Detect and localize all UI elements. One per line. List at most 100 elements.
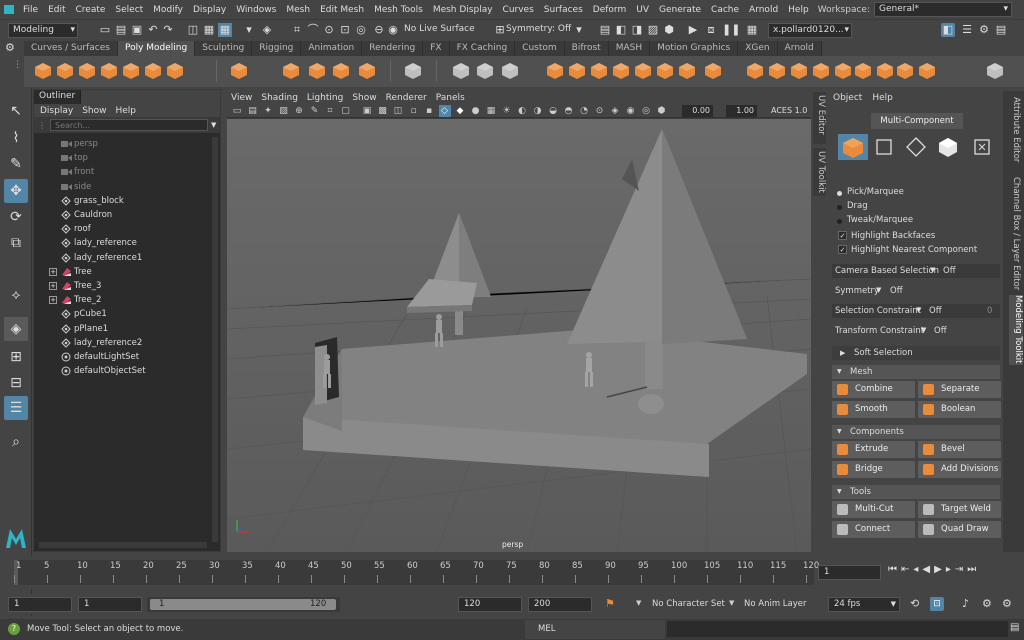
- xray-icon[interactable]: ◈: [609, 105, 621, 117]
- outliner-menu-help[interactable]: Help: [115, 106, 136, 116]
- gate-mask-icon[interactable]: ▩: [377, 105, 389, 117]
- shelf-tab-arnold[interactable]: Arnold: [777, 41, 822, 56]
- wireframe-icon[interactable]: ◇: [438, 105, 451, 117]
- rotate-tool-icon[interactable]: ⟳: [4, 205, 28, 229]
- chevron-down-icon[interactable]: ▼: [876, 286, 881, 294]
- highlight-backfaces-checkbox[interactable]: ✓: [838, 231, 847, 240]
- shelf-tab-poly-modeling[interactable]: Poly Modeling: [117, 41, 196, 56]
- chevron-down-icon[interactable]: ▼: [636, 599, 641, 607]
- target-weld-button[interactable]: Target Weld: [918, 501, 1001, 518]
- outliner-vertical-scrollbar[interactable]: [212, 137, 218, 542]
- character-key-icon[interactable]: ⚑: [605, 597, 615, 610]
- color-management-icon[interactable]: ⬢: [656, 105, 668, 117]
- outliner-item-defaultlightset[interactable]: defaultLightSet: [34, 350, 212, 364]
- collapse-icon[interactable]: [832, 60, 854, 82]
- outliner-item-top[interactable]: top: [34, 151, 212, 165]
- snap-icon[interactable]: ⊖: [372, 23, 386, 37]
- live-surface-label[interactable]: No Live Surface: [404, 24, 475, 34]
- select-hierarchy-icon[interactable]: ◫: [186, 23, 200, 37]
- torus-icon[interactable]: [120, 60, 142, 82]
- two-view-layout-icon[interactable]: ⊟: [4, 371, 28, 395]
- shelf-tab-fx[interactable]: FX: [423, 41, 450, 56]
- field-chart-icon[interactable]: ◫: [392, 105, 404, 117]
- viewport-canvas[interactable]: persp: [227, 119, 811, 552]
- playback-start-field[interactable]: 1: [78, 597, 142, 612]
- workspace-selector[interactable]: Workspace: General* ▾: [818, 2, 1012, 17]
- viewport-menu-shading[interactable]: Shading: [261, 93, 298, 103]
- quad-draw-button[interactable]: Quad Draw: [918, 521, 1001, 538]
- shelf-tab-mash[interactable]: MASH: [608, 41, 651, 56]
- fill-hole-icon[interactable]: [810, 60, 832, 82]
- connect-button[interactable]: Connect: [832, 521, 915, 538]
- outliner-item-cauldron[interactable]: Cauldron: [34, 208, 212, 222]
- textured-icon[interactable]: ▦: [485, 105, 497, 117]
- snapshot-icon[interactable]: ▦: [745, 23, 759, 37]
- menu-help[interactable]: Help: [783, 5, 814, 15]
- step-forward-key-icon[interactable]: ⇥: [955, 564, 963, 580]
- separate-icon[interactable]: [474, 60, 496, 82]
- lasso-tool-icon[interactable]: ⌇: [4, 126, 28, 150]
- outliner-item-lady-reference[interactable]: lady_reference: [34, 236, 212, 250]
- pick-marquee-radio[interactable]: [837, 191, 842, 196]
- snap-view-icon[interactable]: ⊡: [338, 23, 352, 37]
- shelf-tab-bifrost[interactable]: Bifrost: [564, 41, 609, 56]
- safe-title-icon[interactable]: ▪: [423, 105, 435, 117]
- uv-mode-icon[interactable]: [970, 135, 994, 159]
- modeling-toolkit-tab[interactable]: Modeling Toolkit: [1009, 295, 1023, 365]
- uv-grid-icon[interactable]: [402, 60, 424, 82]
- live-surface-icon[interactable]: ◉: [386, 23, 400, 37]
- platonic-icon[interactable]: [228, 60, 250, 82]
- script-editor-icon[interactable]: ▤: [1010, 622, 1019, 633]
- components-section-header[interactable]: Components: [832, 425, 1000, 439]
- menu-arnold[interactable]: Arnold: [744, 5, 783, 15]
- move-tool-icon[interactable]: ✥: [4, 179, 28, 203]
- expand-icon[interactable]: +: [49, 296, 57, 305]
- attribute-editor-icon[interactable]: ☰: [960, 23, 974, 37]
- snap-point-icon[interactable]: ⊙: [322, 23, 336, 37]
- type-icon[interactable]: [356, 60, 378, 82]
- add-divisions-button[interactable]: Add Divisions: [918, 461, 1001, 478]
- face-mode-icon[interactable]: [936, 135, 960, 159]
- playback-end-field[interactable]: 120: [458, 597, 522, 612]
- outliner-item-pplane1[interactable]: pPlane1: [34, 322, 212, 336]
- save-scene-icon[interactable]: ▣: [130, 23, 144, 37]
- select-component-icon[interactable]: ▦: [218, 23, 232, 37]
- snap-curve-icon[interactable]: ⌒: [306, 23, 320, 37]
- viewport-menu-view[interactable]: View: [231, 93, 252, 103]
- go-to-start-icon[interactable]: ⏮: [888, 564, 897, 580]
- outliner-item-grass-block[interactable]: grass_block: [34, 194, 212, 208]
- menuset-dropdown[interactable]: Modeling ▾: [8, 23, 78, 38]
- boolean-button[interactable]: Boolean: [918, 401, 1001, 418]
- menu-cache[interactable]: Cache: [706, 5, 744, 15]
- render-icon[interactable]: ▤: [598, 23, 612, 37]
- expand-icon[interactable]: +: [49, 267, 57, 276]
- fps-dropdown[interactable]: 24 fps ▼: [828, 597, 900, 612]
- snap-grid-icon[interactable]: ⌗: [290, 23, 304, 37]
- outliner-item-lady-reference2[interactable]: lady_reference2: [34, 336, 212, 350]
- range-handle[interactable]: [150, 599, 336, 610]
- character-set-label[interactable]: No Character Set: [652, 599, 725, 609]
- go-to-end-icon[interactable]: ⏭: [967, 564, 976, 580]
- shadows-icon[interactable]: ◐: [516, 105, 528, 117]
- depth-of-field-icon[interactable]: ◔: [578, 105, 590, 117]
- undo-icon[interactable]: ↶: [146, 23, 160, 37]
- snap-surface-icon[interactable]: ◎: [354, 23, 368, 37]
- mel-label[interactable]: MEL: [538, 624, 555, 634]
- menu-windows[interactable]: Windows: [231, 5, 281, 15]
- vertex-mode-icon[interactable]: [872, 135, 896, 159]
- lights-icon[interactable]: ☀: [501, 105, 513, 117]
- menu-surfaces[interactable]: Surfaces: [539, 5, 588, 15]
- outliner-item-defaultobjectset[interactable]: defaultObjectSet: [34, 364, 212, 378]
- filter-icon[interactable]: ⋮: [38, 121, 46, 130]
- shelf-tab-custom[interactable]: Custom: [515, 41, 565, 56]
- transform-constraint-value[interactable]: Off: [934, 326, 947, 336]
- shelf-tab-rendering[interactable]: Rendering: [362, 41, 424, 56]
- combine-button[interactable]: Combine: [832, 381, 915, 398]
- outliner-menu-show[interactable]: Show: [82, 106, 106, 116]
- outliner-item-lady-reference1[interactable]: lady_reference1: [34, 251, 212, 265]
- xray-joints-icon[interactable]: ◉: [625, 105, 637, 117]
- menu-file[interactable]: File: [18, 5, 43, 15]
- channel-box-tab[interactable]: Channel Box / Layer Editor: [1009, 177, 1021, 293]
- outliner-item-side[interactable]: side: [34, 180, 212, 194]
- append-icon[interactable]: [852, 60, 874, 82]
